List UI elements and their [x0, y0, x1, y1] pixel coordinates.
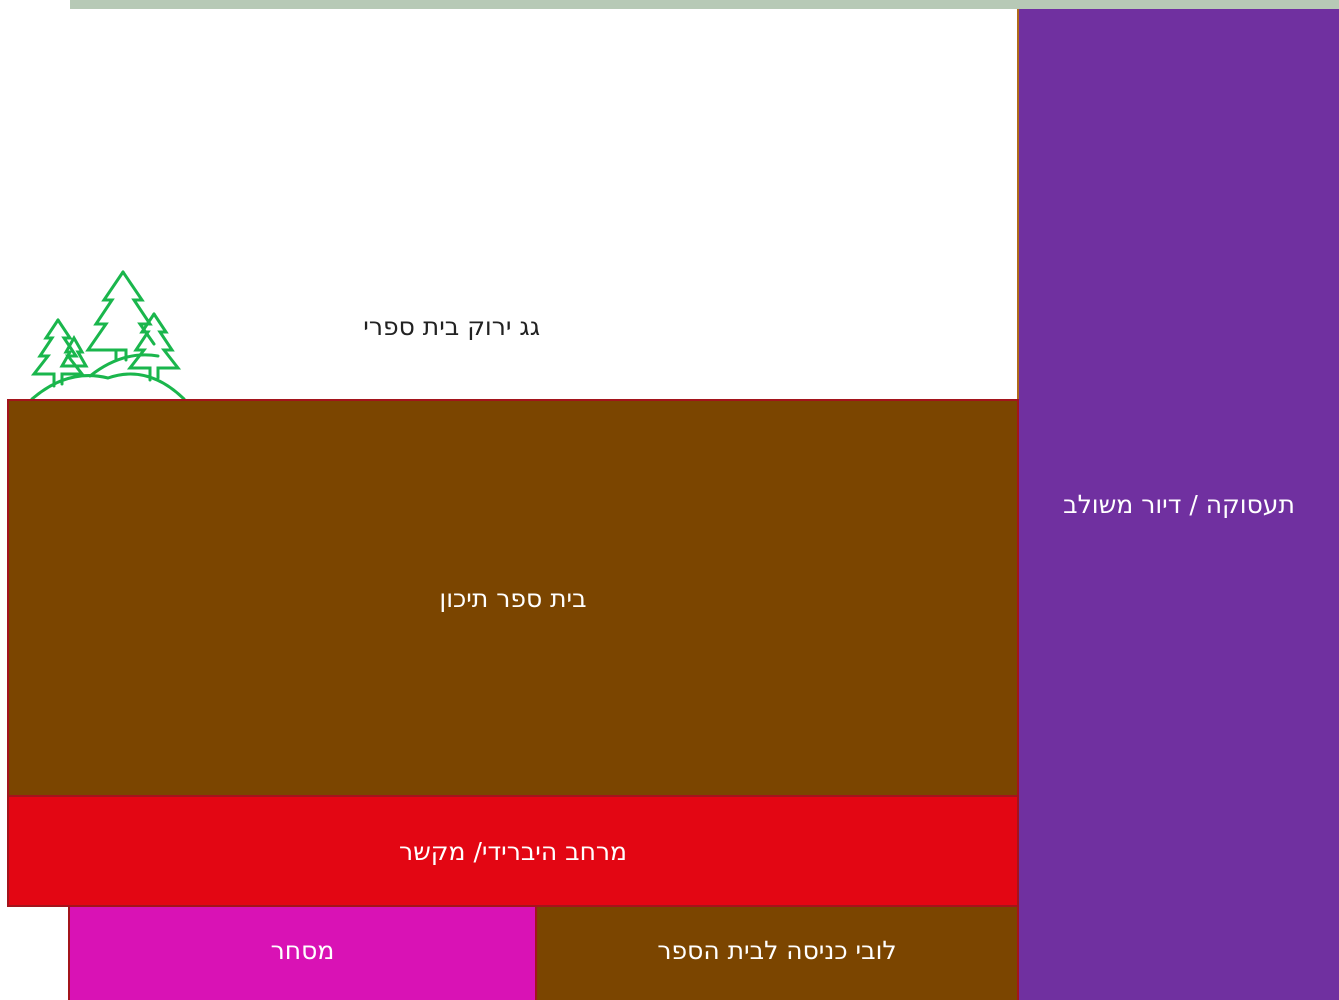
commerce-block: מסחר: [68, 905, 537, 1000]
high-school-label: בית ספר תיכון: [439, 583, 587, 613]
trees-icon-svg: [30, 270, 186, 399]
commerce-label: מסחר: [270, 935, 335, 965]
high-school-block: בית ספר תיכון: [7, 399, 1019, 797]
hybrid-space-label: מרחב היברידי/ מקשר: [398, 836, 628, 866]
school-lobby-label: לובי כניסה לבית הספר: [657, 935, 897, 965]
green-roof-label: גג ירוק בית ספרי: [363, 312, 540, 341]
tower-block: תעסוקה / דיור משולב: [1017, 9, 1339, 1000]
top-strip: [70, 0, 1339, 9]
trees-icon: [28, 268, 188, 399]
tower-label: תעסוקה / דיור משולב: [1063, 490, 1295, 519]
building-section-diagram: תעסוקה / דיור משולב גג ירוק בית ספרי בית…: [0, 0, 1339, 1000]
hybrid-space-block: מרחב היברידי/ מקשר: [7, 795, 1019, 907]
school-lobby-block: לובי כניסה לבית הספר: [535, 905, 1019, 1000]
